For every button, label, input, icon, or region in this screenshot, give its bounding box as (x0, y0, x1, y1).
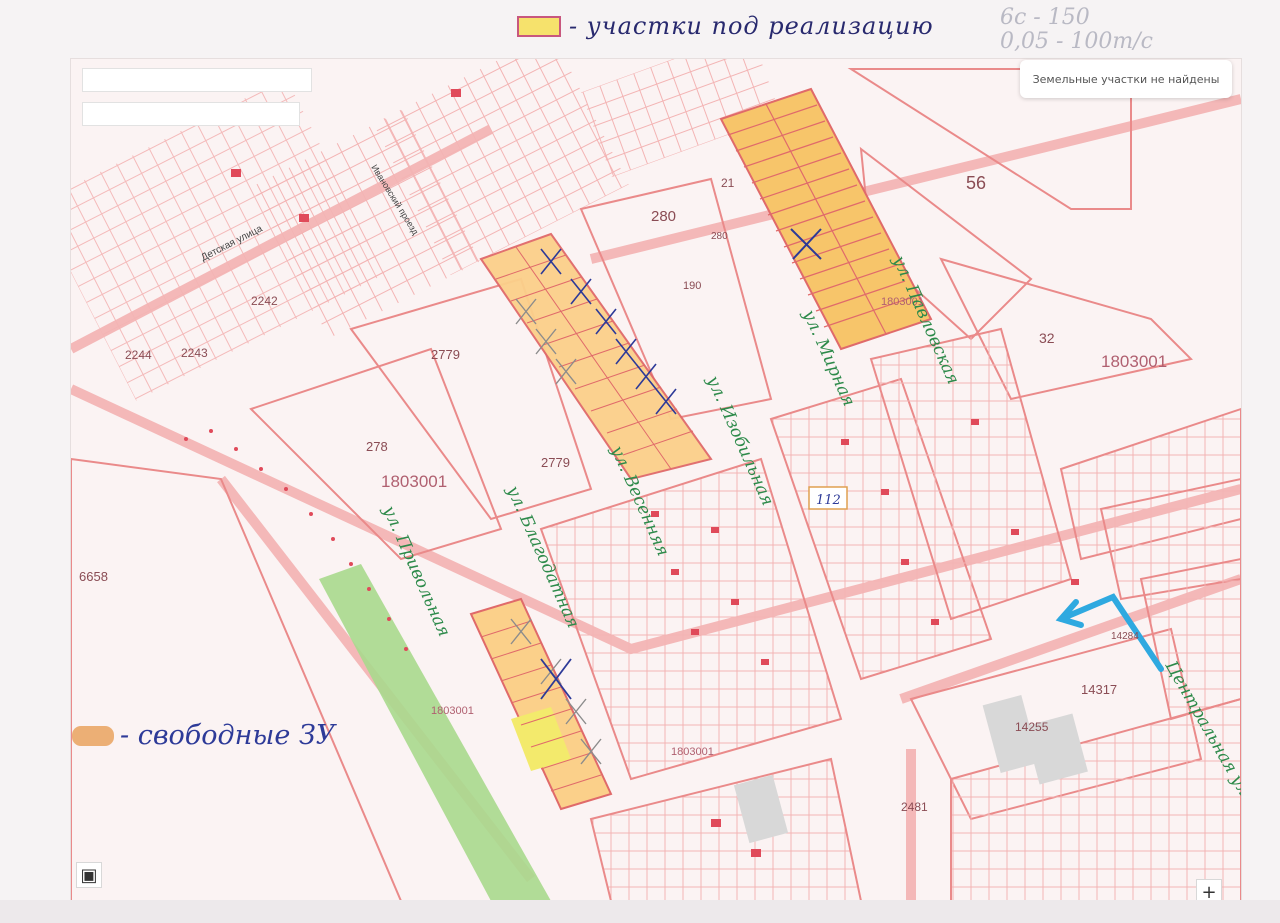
parcel-label-278: 278 (366, 439, 388, 454)
layers-button[interactable]: ▣ (76, 862, 102, 888)
parcel-label-2779: 2779 (431, 347, 460, 362)
sale-plots-legend-text: - участки под реализацию (569, 12, 934, 40)
no-parcels-tooltip: Земельные участки не найдены (1020, 60, 1232, 98)
parcel-label-32: 32 (1039, 330, 1055, 346)
parcel-label-190: 190 (683, 280, 701, 292)
parcel-label-14317: 14317 (1081, 682, 1117, 697)
parcel-label-2242: 2242 (251, 294, 278, 308)
address-search-input[interactable] (82, 68, 312, 92)
pencil-price-note: 6с - 150 0,05 - 100т/с (1000, 6, 1153, 54)
parcel-label-2779b: 2779 (541, 455, 570, 470)
parcel-label-56: 56 (966, 173, 986, 193)
quarter-label-5: 1803001 (671, 746, 714, 758)
free-plots-legend-text: - свободные ЗУ (120, 720, 336, 751)
parcel-label-112: 112 (816, 493, 841, 508)
pencil-note-line2: 0,05 - 100т/с (1000, 29, 1153, 54)
quarter-label-1: 1803001 (381, 472, 447, 491)
parcel-label-280: 280 (651, 208, 676, 225)
parcel-label-2244: 2244 (125, 348, 152, 362)
parcel-label-14255: 14255 (1015, 720, 1049, 734)
sale-plots-legend: - участки под реализацию (517, 12, 934, 40)
parcel-label-6658: 6658 (79, 569, 108, 584)
no-parcels-tooltip-text: Земельные участки не найдены (1032, 72, 1220, 86)
parcel-label-2243: 2243 (181, 346, 208, 360)
parcel-label-280b: 280 (711, 231, 728, 242)
pencil-note-line1: 6с - 150 (1000, 5, 1090, 30)
parcel-label-2481: 2481 (901, 800, 928, 814)
scan-bottom-margin (0, 900, 1280, 923)
quarter-label-2: 1803001 (1101, 352, 1167, 371)
cadastral-map[interactable]: 1803001 1803001 1803001 1803001 1803001 … (70, 58, 1242, 902)
parcel-label-14284: 14284 (1111, 631, 1139, 642)
parcel-label-21: 21 (721, 176, 735, 190)
free-plots-legend: - свободные ЗУ (72, 720, 335, 751)
layers-icon: ▣ (80, 864, 98, 886)
quarter-label-4: 1803001 (431, 705, 474, 717)
sale-plots-swatch (517, 15, 561, 37)
cadastral-search-input[interactable] (82, 102, 300, 126)
free-plots-swatch (72, 725, 114, 746)
